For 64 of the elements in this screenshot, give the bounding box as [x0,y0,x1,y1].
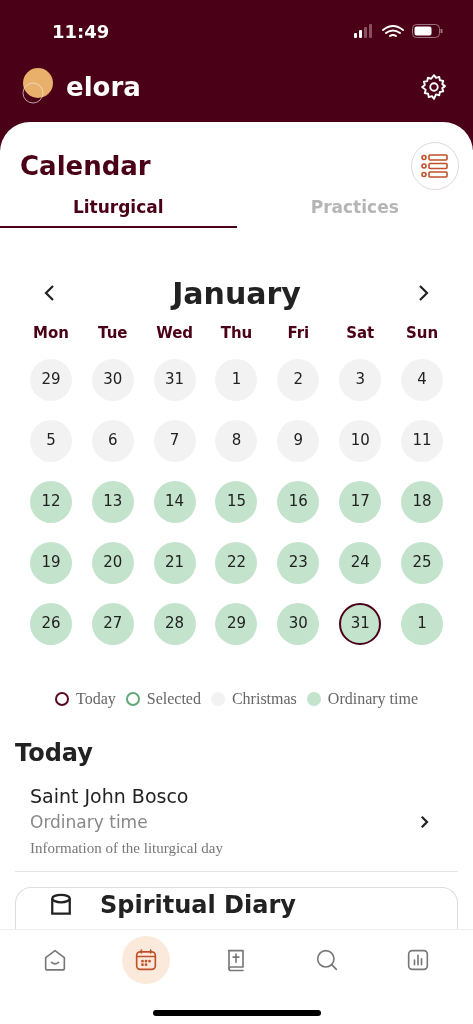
settings-icon [419,72,449,102]
calendar-day[interactable]: 8 [215,419,258,462]
calendar-day[interactable]: 26 [29,602,72,645]
calendar-day[interactable]: 29 [29,358,72,401]
calendar-day[interactable]: 12 [29,480,72,523]
calendar-day[interactable]: 28 [153,602,196,645]
calendar-day[interactable]: 14 [153,480,196,523]
calendar-day[interactable]: 18 [401,480,444,523]
calendar-day[interactable]: 4 [401,358,444,401]
month-title: January [172,274,301,313]
legend-label: Ordinary time [327,688,419,710]
status-time: 11:49 [52,19,110,44]
season-label: Ordinary time [30,810,149,834]
weekday-label: Thu [220,323,253,344]
weekday-label: Wed [156,323,194,344]
calendar-day[interactable]: 20 [91,541,134,584]
battery-icon [412,23,443,39]
weekday-label: Mon [32,323,69,344]
calendar-day[interactable]: 27 [91,602,134,645]
diary-title: Spiritual Diary [100,890,296,919]
weekday-label: Tue [98,323,128,344]
calendar-day[interactable]: 15 [215,480,258,523]
calendar-day[interactable]: 6 [91,419,134,462]
nav-tab[interactable] [121,936,170,984]
weekday-label: Sat [346,323,375,344]
calendar-day[interactable]: 23 [277,541,320,584]
calendar-day[interactable]: 7 [153,419,196,462]
calendar-day[interactable]: 30 [91,358,134,401]
page-title: Calendar [20,149,151,183]
calendar-day[interactable]: 3 [339,358,382,401]
liturgical-day-row[interactable]: Saint John Bosco Ordinary time Information of the liturgical day [15,782,458,872]
calendar-day[interactable]: 16 [277,480,320,523]
logo-icon [20,67,54,107]
legend-label: Today [75,688,116,710]
calendar-day[interactable]: 11 [401,419,444,462]
weekday-label: Sun [406,323,439,344]
legend-label: Selected [146,688,201,709]
legend-label: Christmas [231,688,297,709]
wifi-icon [382,24,404,38]
calendar-day[interactable]: 2 [277,358,320,401]
weekday-label: Fri [287,323,310,344]
calendar-day[interactable]: 1 [215,358,258,401]
calendar-day[interactable]: 13 [91,480,134,523]
calendar-day[interactable]: 21 [153,541,196,584]
signal-icon [354,23,374,39]
calendar-day[interactable]: 29 [215,602,258,645]
tab[interactable]: Liturgical [0,190,237,228]
brand-name: elora [66,70,141,104]
calendar-day[interactable]: 25 [401,541,444,584]
calendar-day[interactable]: 31 [339,602,382,645]
calendar-day[interactable]: 22 [215,541,258,584]
calendar-day[interactable]: 5 [29,419,72,462]
calendar-day[interactable]: 17 [339,480,382,523]
calendar-day[interactable]: 24 [339,541,382,584]
calendar-day[interactable]: 9 [277,419,320,462]
calendar-day[interactable]: 19 [29,541,72,584]
list-icon [421,154,449,178]
calendar-day[interactable]: 10 [339,419,382,462]
today-heading: Today [15,738,93,767]
calendar-day[interactable]: 30 [277,602,320,645]
calendar-day[interactable]: 31 [153,358,196,401]
info-text: Information of the liturgical day [30,838,223,858]
calendar-day[interactable]: 1 [401,602,444,645]
saint-name: Saint John Bosco [30,783,190,809]
